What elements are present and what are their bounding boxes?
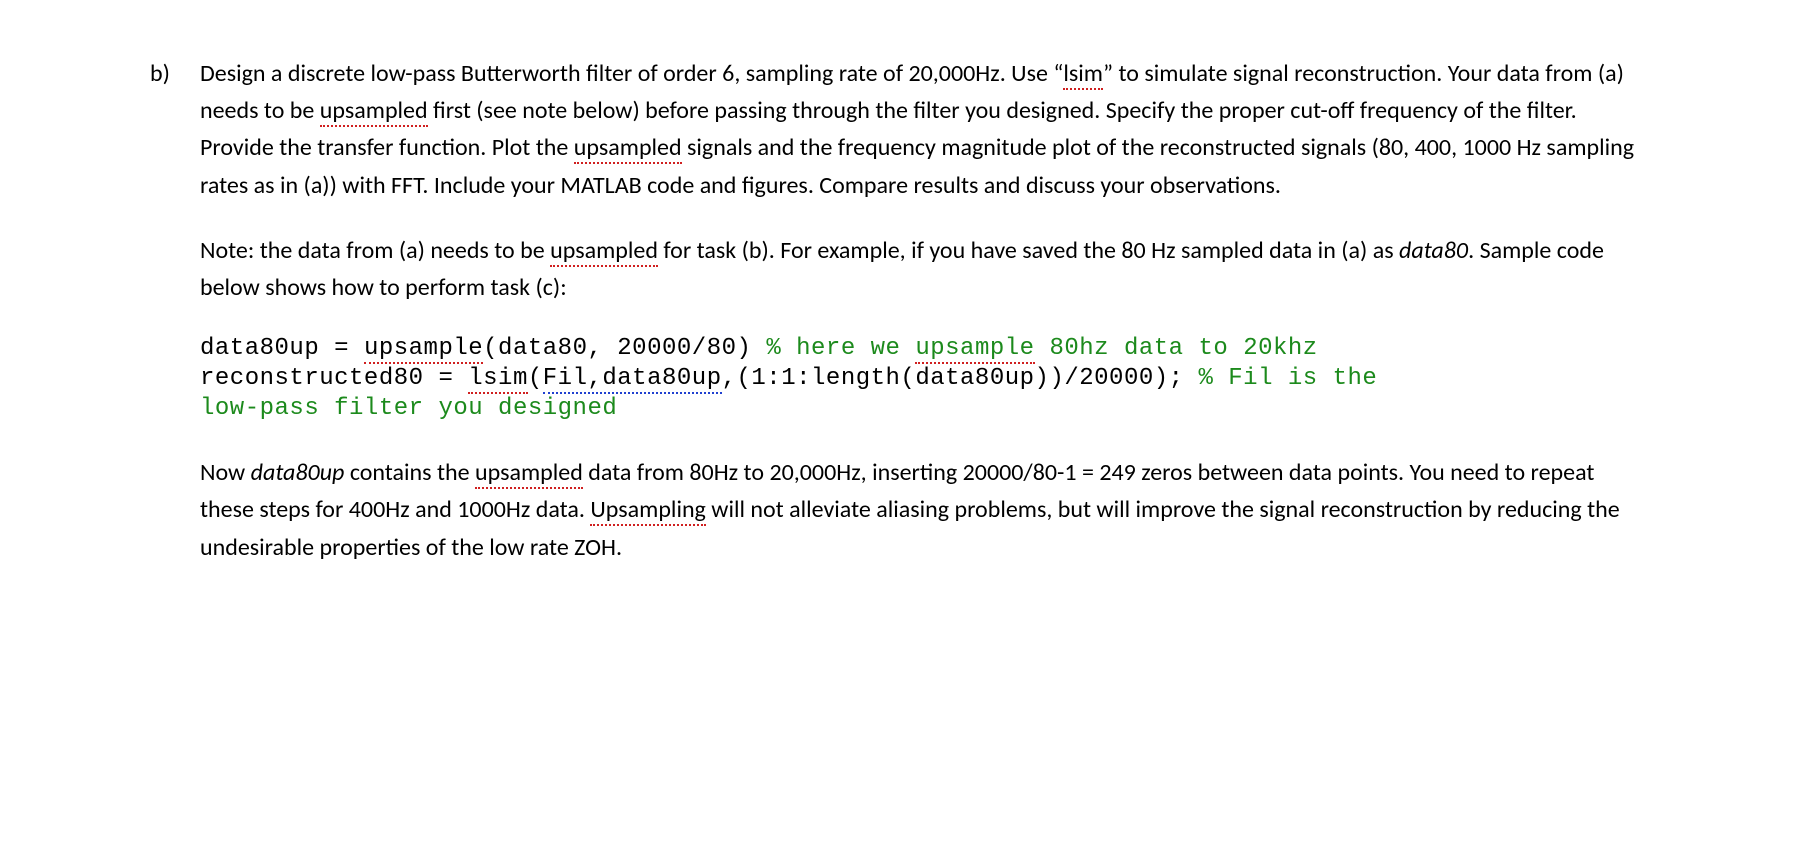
code-comment: % xyxy=(1198,365,1228,392)
code-text: reconstructed80 = xyxy=(200,365,468,392)
text: contains the xyxy=(344,458,475,487)
italic-data80up: data80up xyxy=(251,458,345,487)
code-comment: % here we xyxy=(766,335,915,362)
code-comment: low-pass filter you designed xyxy=(200,395,617,422)
code-block: data80up = upsample(data80, 20000/80) % … xyxy=(200,334,1637,424)
code-squiggle-grammar: Fil,data80up xyxy=(543,365,722,394)
text: Design a discrete low-pass Butterworth f… xyxy=(200,59,1063,88)
list-item-b: b) Design a discrete low-pass Butterwort… xyxy=(150,55,1637,594)
paragraph-explain: Now data80up contains the upsampled data… xyxy=(200,454,1637,566)
code-squiggle-upsample: upsample xyxy=(915,335,1034,364)
code-comment: 80hz data to 20khz xyxy=(1035,335,1318,362)
paragraph-main: Design a discrete low-pass Butterworth f… xyxy=(200,55,1637,204)
italic-data80: data80 xyxy=(1399,236,1468,265)
code-text: data80up = xyxy=(200,335,364,362)
code-comment: Fil xyxy=(1228,365,1273,392)
code-text: (data80, 20000/80) xyxy=(483,335,766,362)
paragraph-note: Note: the data from (a) needs to be upsa… xyxy=(200,232,1637,306)
squiggle-upsampling: Upsampling xyxy=(590,495,705,526)
squiggle-upsampled: upsampled xyxy=(574,133,682,164)
code-text: ,(1:1:length(data80up))/20000); xyxy=(722,365,1199,392)
code-text: ( xyxy=(528,365,543,392)
code-squiggle-upsample: upsample xyxy=(364,335,483,364)
code-squiggle-lsim: lsim xyxy=(468,365,528,394)
squiggle-lsim: lsim xyxy=(1063,59,1103,90)
document-page: b) Design a discrete low-pass Butterwort… xyxy=(0,0,1817,654)
list-content: Design a discrete low-pass Butterworth f… xyxy=(200,55,1637,594)
list-marker: b) xyxy=(150,55,200,92)
text: Now xyxy=(200,458,251,487)
text: for task (b). For example, if you have s… xyxy=(658,236,1399,265)
code-comment: is the xyxy=(1273,365,1377,392)
squiggle-upsampled: upsampled xyxy=(320,96,428,127)
squiggle-upsampled: upsampled xyxy=(475,458,583,489)
text: Note: the data from (a) needs to be xyxy=(200,236,550,265)
squiggle-upsampled: upsampled xyxy=(550,236,658,267)
